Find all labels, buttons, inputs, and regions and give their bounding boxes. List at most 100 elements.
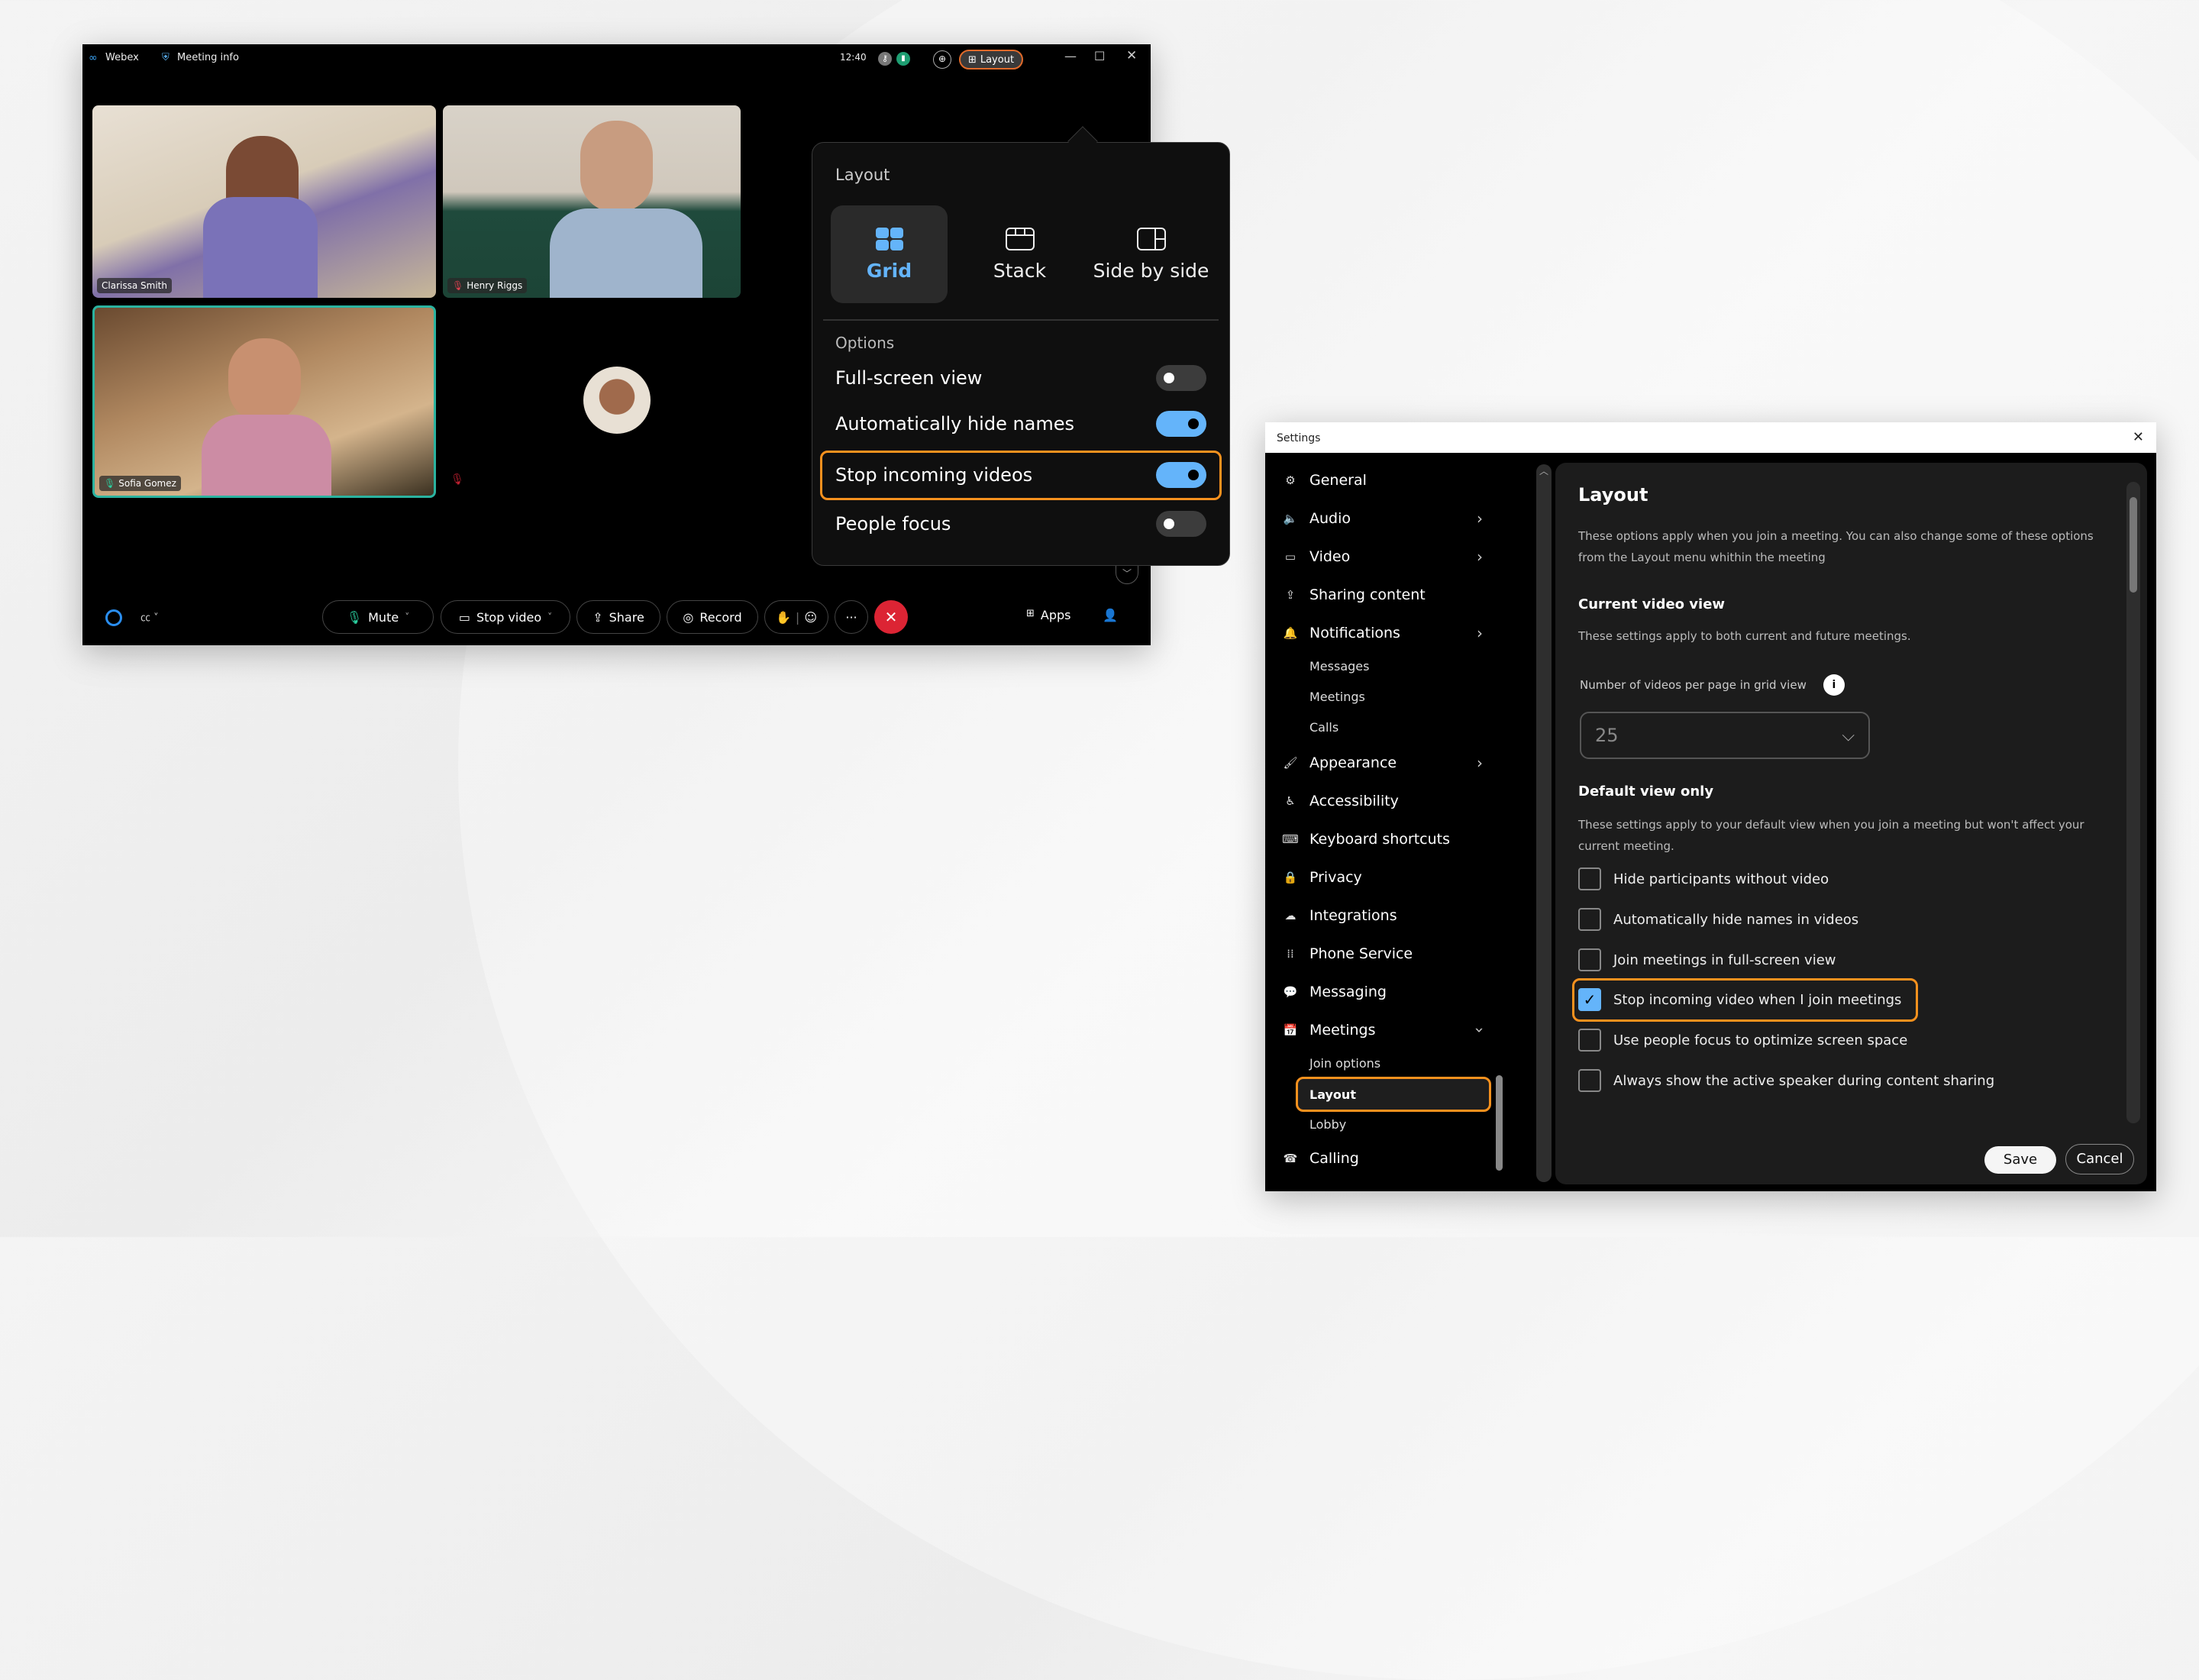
checkbox[interactable] <box>1578 1069 1601 1092</box>
nav-item-general[interactable]: ⚙ General <box>1282 470 1367 491</box>
video-tile-active-speaker[interactable]: 🎙 Sofia Gomez <box>92 305 436 498</box>
toggle-switch[interactable] <box>1156 365 1206 391</box>
signal-strength-icon[interactable]: ▮ <box>896 52 910 66</box>
meeting-info-link[interactable]: Meeting info <box>177 52 239 63</box>
raise-hand-icon[interactable]: ✋ <box>776 610 791 625</box>
checkbox-label: Join meetings in full-screen view <box>1613 951 1836 968</box>
nav-subitem-meetings[interactable]: Meetings <box>1309 686 1365 707</box>
nav-item-video[interactable]: ▭ Video › <box>1282 546 1483 567</box>
nav-scrollbar[interactable]: ︿ <box>1536 464 1552 1182</box>
end-call-button[interactable]: ✕ <box>874 600 908 634</box>
cancel-button[interactable]: Cancel <box>2065 1144 2134 1174</box>
emoji-icon[interactable]: ☺ <box>804 610 817 625</box>
webex-ai-assistant-icon[interactable] <box>105 609 122 626</box>
checkbox-label: Automatically hide names in videos <box>1613 911 1859 928</box>
participant-body <box>202 415 331 496</box>
participant-avatar[interactable] <box>583 367 651 434</box>
nav-item-privacy[interactable]: 🔒 Privacy <box>1282 867 1362 888</box>
layout-button[interactable]: ⊞ Layout <box>959 50 1023 69</box>
nav-item-phone-service[interactable]: ⁞⁞ Phone Service <box>1282 943 1413 964</box>
option-label: Stop incoming videos <box>835 464 1033 486</box>
nav-label: Video <box>1309 548 1351 565</box>
layout-option-stack[interactable]: Stack <box>961 205 1078 303</box>
nav-item-accessibility[interactable]: ♿ Accessibility <box>1282 790 1399 812</box>
record-button[interactable]: ◎ Record <box>667 600 758 634</box>
participant-name-tag: 🎙 Sofia Gomez <box>99 476 181 491</box>
nav-label: Layout <box>1309 1087 1356 1102</box>
checkbox-checked[interactable]: ✓ <box>1578 988 1601 1011</box>
nav-scrollbar-thumb[interactable] <box>1496 1075 1503 1171</box>
nav-subitem-layout[interactable]: Layout <box>1309 1084 1356 1105</box>
nav-subitem-lobby[interactable]: Lobby <box>1309 1113 1346 1135</box>
lock-icon: 🔒 <box>1283 871 1298 884</box>
nav-item-audio[interactable]: 🔈 Audio › <box>1282 508 1483 529</box>
content-scrollbar-thumb[interactable] <box>2130 497 2137 593</box>
nav-item-calling[interactable]: ☎ Calling <box>1282 1148 1359 1169</box>
chevron-down-icon[interactable]: ˅ <box>405 612 409 622</box>
app-name: Webex <box>105 52 139 63</box>
nav-subitem-join-options[interactable]: Join options <box>1309 1052 1380 1074</box>
nav-item-appearance[interactable]: 🖌 Appearance › <box>1282 752 1483 774</box>
info-icon[interactable]: i <box>1823 674 1845 696</box>
close-icon: ✕ <box>884 608 898 626</box>
checkbox-hide-participants[interactable]: Hide participants without video <box>1578 867 1829 890</box>
layout-option-side-by-side[interactable]: Side by side <box>1093 205 1209 303</box>
apps-button[interactable]: ⊞ Apps <box>1026 608 1071 622</box>
toggle-knob <box>1164 519 1174 529</box>
checkbox[interactable] <box>1578 908 1601 931</box>
checkbox-full-screen[interactable]: Join meetings in full-screen view <box>1578 948 1836 971</box>
cloud-icon: ☁ <box>1284 909 1296 922</box>
checkbox-auto-hide-names[interactable]: Automatically hide names in videos <box>1578 908 1858 931</box>
nav-item-notifications[interactable]: 🔔 Notifications › <box>1282 622 1483 644</box>
nav-subitem-calls[interactable]: Calls <box>1309 716 1338 738</box>
video-tile[interactable]: Clarissa Smith <box>92 105 436 298</box>
nav-subitem-messages[interactable]: Messages <box>1309 655 1369 677</box>
muted-mic-icon: 🎙 <box>450 473 464 486</box>
checkbox[interactable] <box>1578 867 1601 890</box>
apps-icon: ⊞ <box>1026 608 1035 619</box>
video-tile[interactable]: 🎙 Henry Riggs <box>443 105 741 298</box>
more-button[interactable]: ··· <box>835 600 868 634</box>
close-button[interactable]: ✕ <box>2133 429 2144 445</box>
checkbox-stop-incoming-video[interactable]: ✓ Stop incoming video when I join meeting… <box>1578 988 1901 1011</box>
settings-title-bar: Settings ✕ <box>1265 422 2156 453</box>
toggle-switch[interactable] <box>1156 511 1206 537</box>
participants-icon[interactable]: 👤 <box>1103 608 1118 622</box>
save-button[interactable]: Save <box>1984 1146 2056 1174</box>
camera-icon: ▭ <box>1284 550 1296 564</box>
maximize-button[interactable]: ☐ <box>1094 49 1105 63</box>
dropdown-value: 25 <box>1595 725 1619 746</box>
content-title: Layout <box>1578 484 1648 506</box>
videos-per-page-dropdown[interactable]: 25 ⌵ <box>1580 712 1870 759</box>
checkbox-active-speaker[interactable]: Always show the active speaker during co… <box>1578 1069 1994 1092</box>
closed-captions-icon[interactable]: ㏄ ˅ <box>140 609 159 624</box>
content-scrollbar[interactable] <box>2126 482 2140 1123</box>
toggle-switch[interactable] <box>1156 462 1206 488</box>
checkbox[interactable] <box>1578 948 1601 971</box>
checkbox-people-focus[interactable]: Use people focus to optimize screen spac… <box>1578 1029 1907 1052</box>
toggle-switch[interactable] <box>1156 411 1206 437</box>
nav-item-sharing-content[interactable]: ⇪ Sharing content <box>1282 584 1426 606</box>
minimize-button[interactable]: — <box>1064 49 1077 63</box>
key-icon[interactable]: ⚷ <box>878 52 892 66</box>
nav-item-integrations[interactable]: ☁ Integrations <box>1282 905 1397 926</box>
participant-name-tag: Clarissa Smith <box>97 278 172 293</box>
close-button[interactable]: ✕ <box>1126 48 1137 63</box>
field-label: Number of videos per page in grid view <box>1580 678 1807 692</box>
mute-button[interactable]: 🎙 Mute ˅ <box>322 600 434 634</box>
share-button[interactable]: ⇪ Share <box>576 600 660 634</box>
nav-item-meetings[interactable]: 📅 Meetings › <box>1282 1019 1489 1041</box>
option-stop-incoming-videos: Stop incoming videos <box>835 458 1206 492</box>
stop-video-button[interactable]: ▭ Stop video ˅ <box>441 600 570 634</box>
nav-label: Messaging <box>1309 984 1387 1000</box>
nav-label: Meetings <box>1309 1022 1376 1039</box>
checkbox[interactable] <box>1578 1029 1601 1052</box>
nav-item-messaging[interactable]: 💬 Messaging <box>1282 981 1387 1003</box>
layout-option-grid[interactable]: Grid <box>831 205 948 303</box>
zoom-in-icon[interactable]: ⊕ <box>933 50 951 69</box>
stop-video-label: Stop video <box>476 609 542 625</box>
chevron-down-icon[interactable]: ˅ <box>547 612 552 622</box>
reactions-button[interactable]: ✋ | ☺ <box>764 600 828 634</box>
option-auto-hide-names: Automatically hide names <box>835 407 1206 441</box>
nav-item-keyboard-shortcuts[interactable]: ⌨ Keyboard shortcuts <box>1282 829 1450 850</box>
